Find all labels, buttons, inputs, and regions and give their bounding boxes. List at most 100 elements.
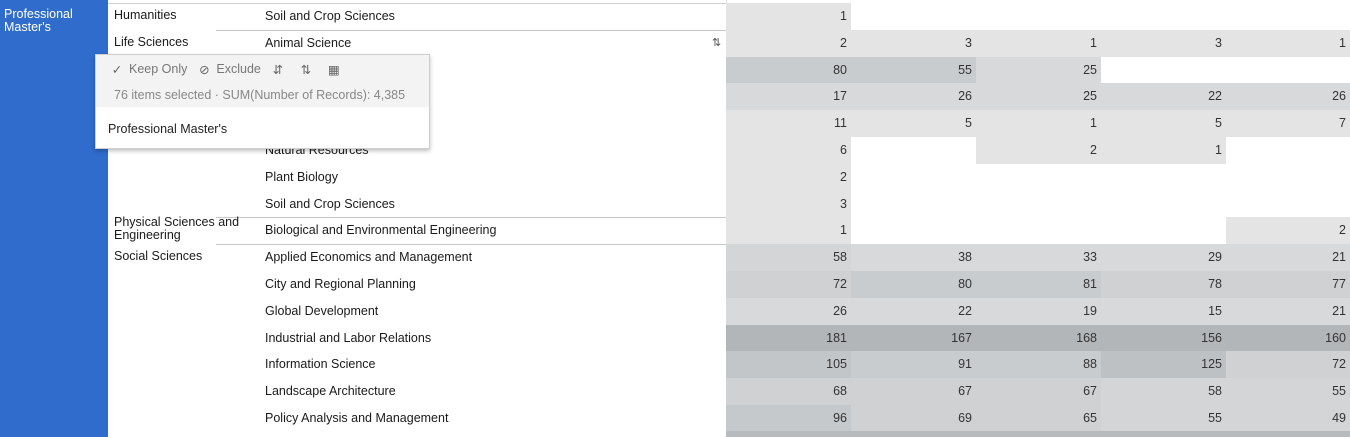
table-cell[interactable]: 55: [851, 56, 976, 84]
table-cell[interactable]: [1101, 217, 1226, 245]
table-cell[interactable]: 22: [851, 297, 976, 325]
field-label[interactable]: [114, 405, 264, 411]
sort-ascending-icon[interactable]: ⇵: [271, 62, 285, 77]
table-cell[interactable]: 3: [1101, 29, 1226, 57]
field-label[interactable]: [114, 164, 264, 170]
table-cell[interactable]: [1226, 190, 1350, 218]
table-cell[interactable]: 96: [726, 404, 851, 432]
table-cell[interactable]: 1: [976, 110, 1101, 137]
table-cell[interactable]: 77: [1226, 270, 1350, 298]
table-cell[interactable]: [1226, 56, 1350, 84]
table-cell[interactable]: 15: [1101, 297, 1226, 325]
exclude-button[interactable]: ⊘ Exclude: [197, 62, 261, 77]
sort-descending-icon[interactable]: ⇅: [299, 62, 313, 77]
field-label[interactable]: [114, 191, 264, 197]
table-cell[interactable]: [1101, 190, 1226, 218]
table-cell[interactable]: 25: [976, 83, 1101, 111]
table-cell[interactable]: 78: [1101, 270, 1226, 298]
table-cell[interactable]: 11: [726, 110, 851, 137]
field-label[interactable]: Physical Sciences and Engineering: [114, 216, 264, 242]
table-cell[interactable]: 1: [976, 29, 1101, 57]
field-label[interactable]: [114, 298, 264, 304]
table-cell[interactable]: 91: [851, 351, 976, 379]
table-cell[interactable]: 80: [726, 56, 851, 84]
table-cell[interactable]: [976, 190, 1101, 218]
field-label[interactable]: [114, 271, 264, 277]
table-cell[interactable]: 160: [1226, 324, 1350, 352]
table-cell[interactable]: [976, 217, 1101, 245]
table-cell[interactable]: [1226, 3, 1350, 30]
table-cell[interactable]: [851, 3, 976, 30]
table-cell[interactable]: 38: [851, 244, 976, 271]
table-cell[interactable]: 1: [726, 3, 851, 30]
program-label[interactable]: Biological and Environmental Engineering: [265, 217, 496, 244]
program-label[interactable]: Landscape Architecture: [265, 378, 396, 405]
table-cell[interactable]: 167: [851, 324, 976, 352]
table-cell[interactable]: 2: [976, 136, 1101, 164]
table-cell[interactable]: 55: [1101, 404, 1226, 432]
program-label[interactable]: Soil and Crop Sciences: [265, 191, 395, 218]
table-cell[interactable]: [1226, 136, 1350, 164]
program-label[interactable]: City and Regional Planning: [265, 271, 416, 298]
table-cell[interactable]: 25: [976, 56, 1101, 84]
table-cell[interactable]: [976, 3, 1101, 30]
program-label[interactable]: Information Science: [265, 351, 375, 378]
table-cell[interactable]: 3: [726, 190, 851, 218]
program-label[interactable]: Applied Economics and Management: [265, 244, 472, 271]
field-label[interactable]: [114, 325, 264, 331]
table-cell[interactable]: 2: [726, 29, 851, 57]
table-cell[interactable]: 26: [1226, 83, 1350, 111]
program-label[interactable]: Industrial and Labor Relations: [265, 325, 431, 352]
program-label[interactable]: Animal Science: [265, 30, 351, 57]
table-cell[interactable]: [851, 136, 976, 164]
table-cell[interactable]: 33: [976, 244, 1101, 271]
table-cell[interactable]: [851, 190, 976, 218]
table-cell[interactable]: [1101, 3, 1226, 30]
sort-icon[interactable]: ⇅: [712, 37, 726, 49]
table-cell[interactable]: 2: [1226, 217, 1350, 245]
table-cell[interactable]: 17: [726, 83, 851, 111]
table-cell[interactable]: 22: [1101, 83, 1226, 111]
table-cell[interactable]: 49: [1226, 404, 1350, 432]
field-label[interactable]: Humanities: [114, 3, 264, 22]
table-cell[interactable]: 5: [851, 110, 976, 137]
table-cell[interactable]: [976, 163, 1101, 191]
table-cell[interactable]: 5: [1101, 110, 1226, 137]
table-cell[interactable]: 1: [726, 217, 851, 245]
table-cell[interactable]: 26: [851, 83, 976, 111]
table-cell[interactable]: [851, 217, 976, 245]
table-cell[interactable]: 69: [851, 404, 976, 432]
table-cell[interactable]: 6: [726, 136, 851, 164]
table-cell[interactable]: 80: [851, 270, 976, 298]
table-cell[interactable]: 88: [976, 351, 1101, 379]
program-label[interactable]: Plant Biology: [265, 164, 338, 191]
field-label[interactable]: [114, 378, 264, 384]
table-cell[interactable]: 67: [851, 378, 976, 405]
table-cell[interactable]: 105: [726, 351, 851, 379]
table-cell[interactable]: 181: [726, 324, 851, 352]
table-cell[interactable]: 72: [726, 270, 851, 298]
table-cell[interactable]: [1101, 163, 1226, 191]
table-cell[interactable]: 26: [726, 297, 851, 325]
table-cell[interactable]: 58: [1101, 378, 1226, 405]
field-label[interactable]: [114, 351, 264, 357]
degree-header-cell[interactable]: Professional Master's: [0, 0, 108, 437]
table-cell[interactable]: 21: [1226, 244, 1350, 271]
program-label[interactable]: Soil and Crop Sciences: [265, 3, 395, 30]
table-cell[interactable]: 29: [1101, 244, 1226, 271]
keep-only-button[interactable]: ✓ Keep Only: [110, 62, 188, 77]
table-cell[interactable]: [1101, 56, 1226, 84]
table-cell[interactable]: 65: [976, 404, 1101, 432]
field-label[interactable]: Social Sciences: [114, 244, 264, 263]
table-cell[interactable]: 125: [1101, 351, 1226, 379]
field-label[interactable]: Life Sciences: [114, 30, 264, 49]
table-cell[interactable]: [851, 163, 976, 191]
table-cell[interactable]: 168: [976, 324, 1101, 352]
table-cell[interactable]: 72: [1226, 351, 1350, 379]
table-cell[interactable]: 2: [726, 163, 851, 191]
table-cell[interactable]: 3: [851, 29, 976, 57]
table-cell[interactable]: 68: [726, 378, 851, 405]
table-cell[interactable]: 156: [1101, 324, 1226, 352]
table-cell[interactable]: 19: [976, 297, 1101, 325]
table-cell[interactable]: 21: [1226, 297, 1350, 325]
